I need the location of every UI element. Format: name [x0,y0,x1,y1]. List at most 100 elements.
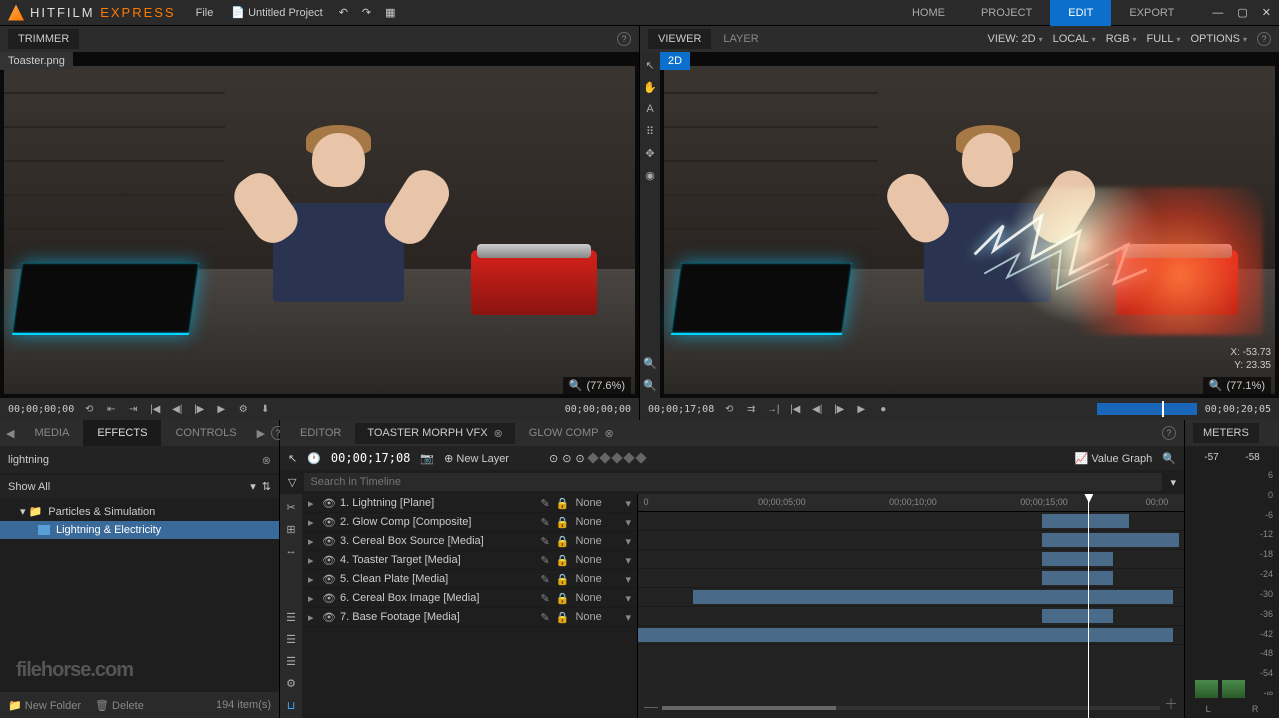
out-point-icon[interactable]: ⇥ [126,402,140,416]
close-tab-icon[interactable]: ⊗ [494,427,503,440]
trimmer-tab[interactable]: TRIMMER [8,29,79,49]
trimmer-viewport[interactable]: Toaster.png 🔍(77.6%) [0,52,639,398]
edit-icon[interactable]: ✎ [541,573,550,586]
edit-icon[interactable]: ✎ [541,554,550,567]
layer-row[interactable]: ▸ 👁 7. Base Footage [Media] ✎ 🔒 None ▾ [302,608,637,627]
loop-icon[interactable]: ⟲ [82,402,96,416]
layer-row[interactable]: ▸ 👁 3. Cereal Box Source [Media] ✎ 🔒 Non… [302,532,637,551]
expand-icon[interactable]: ▸ [308,573,316,586]
expand-icon[interactable]: ▸ [308,611,316,624]
blend-mode[interactable]: None [575,611,619,623]
lock-icon[interactable]: 🔒 [556,554,570,567]
playhead[interactable] [1088,494,1089,718]
help-icon[interactable]: ? [617,32,631,46]
magnet-icon[interactable]: ⊔ [284,698,298,712]
rate-stretch-icon[interactable]: ↔ [284,544,298,558]
expand-icon[interactable]: ▸ [308,497,316,510]
maximize-icon[interactable]: ▢ [1237,6,1247,19]
nav-project[interactable]: PROJECT [963,0,1050,26]
zoom-out-icon[interactable]: 🔍 [643,378,657,392]
settings-icon[interactable]: ⚙ [284,676,298,690]
chevron-down-icon[interactable]: ▾ [1170,476,1176,489]
move-tool-icon[interactable]: ✥ [643,146,657,160]
clear-search-icon[interactable]: ⊗ [262,454,271,467]
layer-row[interactable]: ▸ 👁 4. Toaster Target [Media] ✎ 🔒 None ▾ [302,551,637,570]
layer-list[interactable]: ▸ 👁 1. Lightning [Plane] ✎ 🔒 None ▾▸ 👁 2… [302,494,638,718]
step-fwd-icon[interactable]: |▶ [832,402,846,416]
lock-icon[interactable]: 🔒 [556,592,570,605]
visibility-icon[interactable]: 👁 [322,611,334,624]
tree-item-selected[interactable]: Lightning & Electricity [0,521,279,539]
snapshot-icon[interactable]: 📷 [420,452,434,465]
lock-icon[interactable]: 🔒 [556,535,570,548]
effects-search-input[interactable] [8,454,262,466]
select-tool-icon[interactable]: ↖ [643,58,657,72]
visibility-icon[interactable]: 👁 [322,535,334,548]
keyframe-icon[interactable] [599,452,610,463]
keyframe-icon[interactable] [611,452,622,463]
in-point-icon[interactable]: ⇤ [104,402,118,416]
text-tool-icon[interactable]: A [643,102,657,116]
chevron-down-icon[interactable]: ▾ [625,611,631,624]
keyframe-controls[interactable]: ⊙ ⊙ ⊙ [549,452,645,465]
track-row[interactable] [638,626,1184,645]
chevron-down-icon[interactable]: ▾ [250,480,256,493]
export-frame-icon[interactable]: ⬇ [258,402,272,416]
track-row[interactable] [638,569,1184,588]
edit-icon[interactable]: ✎ [541,611,550,624]
graph-search-icon[interactable]: 🔍 [1162,452,1176,465]
options-dropdown[interactable]: OPTIONS [1190,33,1247,45]
help-icon[interactable]: ? [1257,32,1271,46]
snap-tool-icon[interactable]: ⊞ [284,522,298,536]
blend-mode[interactable]: None [575,516,619,528]
track-row[interactable] [638,512,1184,531]
visibility-icon[interactable]: 👁 [322,497,334,510]
tab-editor[interactable]: EDITOR [288,423,353,443]
select-tool-icon[interactable]: ↖ [288,452,297,465]
new-layer-button[interactable]: ⊕ New Layer [444,452,509,465]
meters-tab[interactable]: METERS [1193,423,1259,443]
magnify-icon[interactable]: 🔍 [569,379,583,392]
trimmer-file-tab[interactable]: Toaster.png [0,52,73,70]
visibility-icon[interactable]: 👁 [322,554,334,567]
expand-icon[interactable]: ▸ [308,592,316,605]
track-row[interactable] [638,550,1184,569]
space-dropdown[interactable]: LOCAL [1053,33,1096,45]
timeline-search-input[interactable] [304,473,1162,491]
chevron-down-icon[interactable]: ▾ [625,592,631,605]
lock-icon[interactable]: 🔒 [556,611,570,624]
nav-export[interactable]: EXPORT [1111,0,1192,26]
chevron-down-icon[interactable]: ▾ [625,554,631,567]
chevron-down-icon[interactable]: ▾ [625,497,631,510]
snap-tool-icon[interactable]: ⠿ [643,124,657,138]
minimize-icon[interactable]: — [1212,7,1223,19]
nav-home[interactable]: HOME [894,0,963,26]
menu-file[interactable]: File [196,7,214,19]
new-folder-button[interactable]: 📁 New Folder [8,699,81,712]
sort-icon[interactable]: ⇅ [262,480,271,493]
delete-button[interactable]: 🗑 Delete [95,699,144,712]
scroll-left-icon[interactable]: ◀ [0,427,20,440]
visibility-icon[interactable]: 👁 [322,592,334,605]
visibility-icon[interactable]: 👁 [322,516,334,529]
undo-icon[interactable]: ↶ [339,6,348,19]
viewer-tab[interactable]: VIEWER [648,29,711,49]
blend-mode[interactable]: None [575,554,619,566]
layer-row[interactable]: ▸ 👁 6. Cereal Box Image [Media] ✎ 🔒 None… [302,589,637,608]
timeline-clip[interactable] [638,628,1173,642]
prev-kf-icon[interactable]: ⊙ [549,452,558,465]
tab-media[interactable]: MEDIA [20,420,83,446]
layer-row[interactable]: ▸ 👁 5. Clean Plate [Media] ✎ 🔒 None ▾ [302,570,637,589]
value-graph-button[interactable]: 📈 Value Graph [1075,452,1153,465]
layer-row[interactable]: ▸ 👁 2. Glow Comp [Composite] ✎ 🔒 None ▾ [302,513,637,532]
blend-mode[interactable]: None [575,592,619,604]
record-icon[interactable]: ● [876,402,890,416]
blend-mode[interactable]: None [575,535,619,547]
expand-icon[interactable]: ▸ [308,516,316,529]
view-mode-dropdown[interactable]: VIEW: 2D [987,33,1042,45]
playback-range-bar[interactable] [1097,403,1197,415]
keyframe-icon[interactable] [587,452,598,463]
help-icon[interactable]: ? [1162,426,1176,440]
zoom-in-icon[interactable]: ＋ [1164,694,1178,714]
viewer-2d-tag[interactable]: 2D [660,52,690,70]
